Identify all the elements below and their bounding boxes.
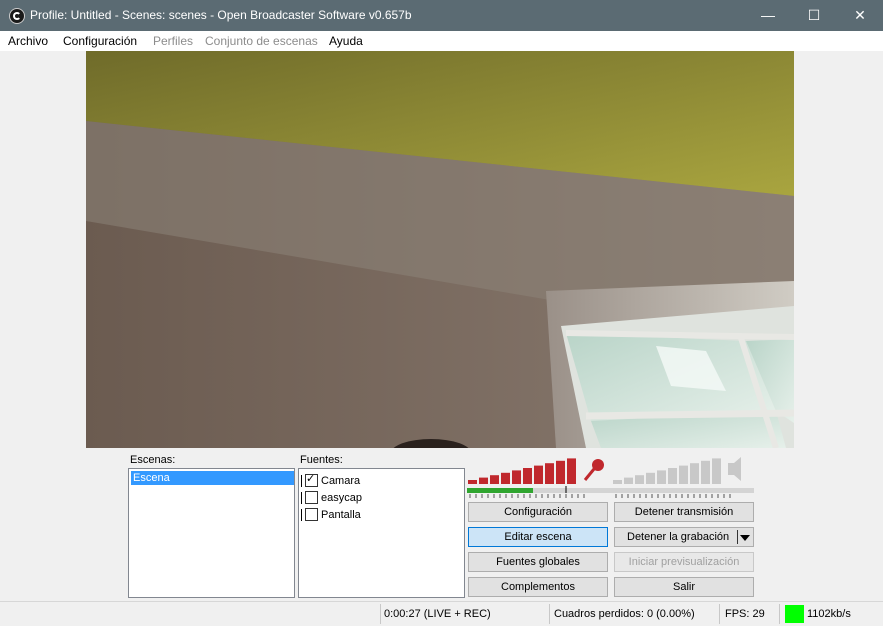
volume-bar [523,468,532,484]
start-preview-button[interactable]: Iniciar previsualización [614,552,754,572]
stream-status-indicator [785,605,804,623]
split-divider [737,530,738,544]
volume-bar [657,470,666,484]
desktop-volume-slider[interactable] [613,458,721,484]
volume-bar [490,475,499,484]
edit-scene-button[interactable]: Editar escena [468,527,608,547]
stream-time: 0:00:27 (LIVE + REC) [384,608,491,620]
menu-archivo[interactable]: Archivo [8,34,48,48]
exit-button[interactable]: Salir [614,577,754,597]
source-checkbox-pantalla[interactable] [305,508,318,521]
volume-bar [646,472,655,484]
window-title: Profile: Untitled - Scenes: scenes - Ope… [30,8,412,22]
global-sources-button[interactable]: Fuentes globales [468,552,608,572]
status-separator [719,604,720,624]
sources-label: Fuentes: [300,454,343,466]
volume-bar [701,460,710,484]
scenes-list[interactable]: Escena [128,468,295,598]
volume-bar [690,463,699,484]
audio-controls [467,457,754,498]
source-label: Camara [321,475,361,487]
source-label: easycap [321,492,362,504]
menu-ayuda[interactable]: Ayuda [329,34,363,48]
menu-conjunto-escenas[interactable]: Conjunto de escenas [205,34,318,48]
scenes-label: Escenas: [130,454,176,466]
dropped-frames: Cuadros perdidos: 0 (0.00%) [554,608,695,620]
volume-bar [545,463,554,484]
volume-bar [556,460,565,484]
volume-bar [679,465,688,484]
menu-perfiles[interactable]: Perfiles [153,34,193,48]
speaker-icon[interactable] [728,457,741,481]
volume-bar [624,477,633,484]
source-drag-handle [301,475,302,487]
video-preview[interactable] [86,51,794,448]
source-checkbox-camara[interactable] [305,472,318,487]
source-drag-handle [301,509,302,521]
volume-bar [534,465,543,484]
stop-stream-button[interactable]: Detener transmisión [614,502,754,522]
menu-configuracion[interactable]: Configuración [63,34,137,48]
volume-bar [468,480,477,484]
scene-item[interactable]: Escena [131,471,294,485]
minimize-button[interactable]: — [745,0,791,31]
volume-bar [501,472,510,484]
chevron-down-icon[interactable] [740,535,750,541]
volume-bar [668,468,677,484]
volume-bar [712,458,721,484]
sources-list[interactable]: Camara easycap Pantalla [298,468,465,598]
volume-bar [567,458,576,484]
stop-recording-button[interactable]: Detener la grabación [614,527,754,547]
title-bar: Profile: Untitled - Scenes: scenes - Ope… [0,0,883,31]
status-bar: 0:00:27 (LIVE + REC) Cuadros perdidos: 0… [0,601,883,626]
source-label: Pantalla [321,509,361,521]
menu-bar: Archivo Configuración Perfiles Conjunto … [0,31,883,51]
status-separator [779,604,780,624]
status-separator [380,604,381,624]
stop-recording-label: Detener la grabación [627,531,730,543]
volume-bar [613,480,622,484]
volume-bar [479,477,488,484]
microphone-icon[interactable] [583,459,604,481]
obs-logo-icon [9,8,25,24]
mic-volume-slider[interactable] [468,458,576,484]
settings-button[interactable]: Configuración [468,502,608,522]
mic-level-meter [467,488,533,493]
source-checkbox-easycap[interactable] [305,491,318,504]
close-button[interactable]: ✕ [837,0,883,31]
bitrate-readout: 1102kb/s [807,608,851,620]
volume-bar [512,470,521,484]
volume-bar [635,475,644,484]
meter-ticks [469,494,731,498]
plugins-button[interactable]: Complementos [468,577,608,597]
source-drag-handle [301,492,302,504]
camera-feed-image [86,51,794,448]
fps-readout: FPS: 29 [725,608,765,620]
maximize-button[interactable]: ☐ [791,0,837,31]
status-separator [549,604,550,624]
